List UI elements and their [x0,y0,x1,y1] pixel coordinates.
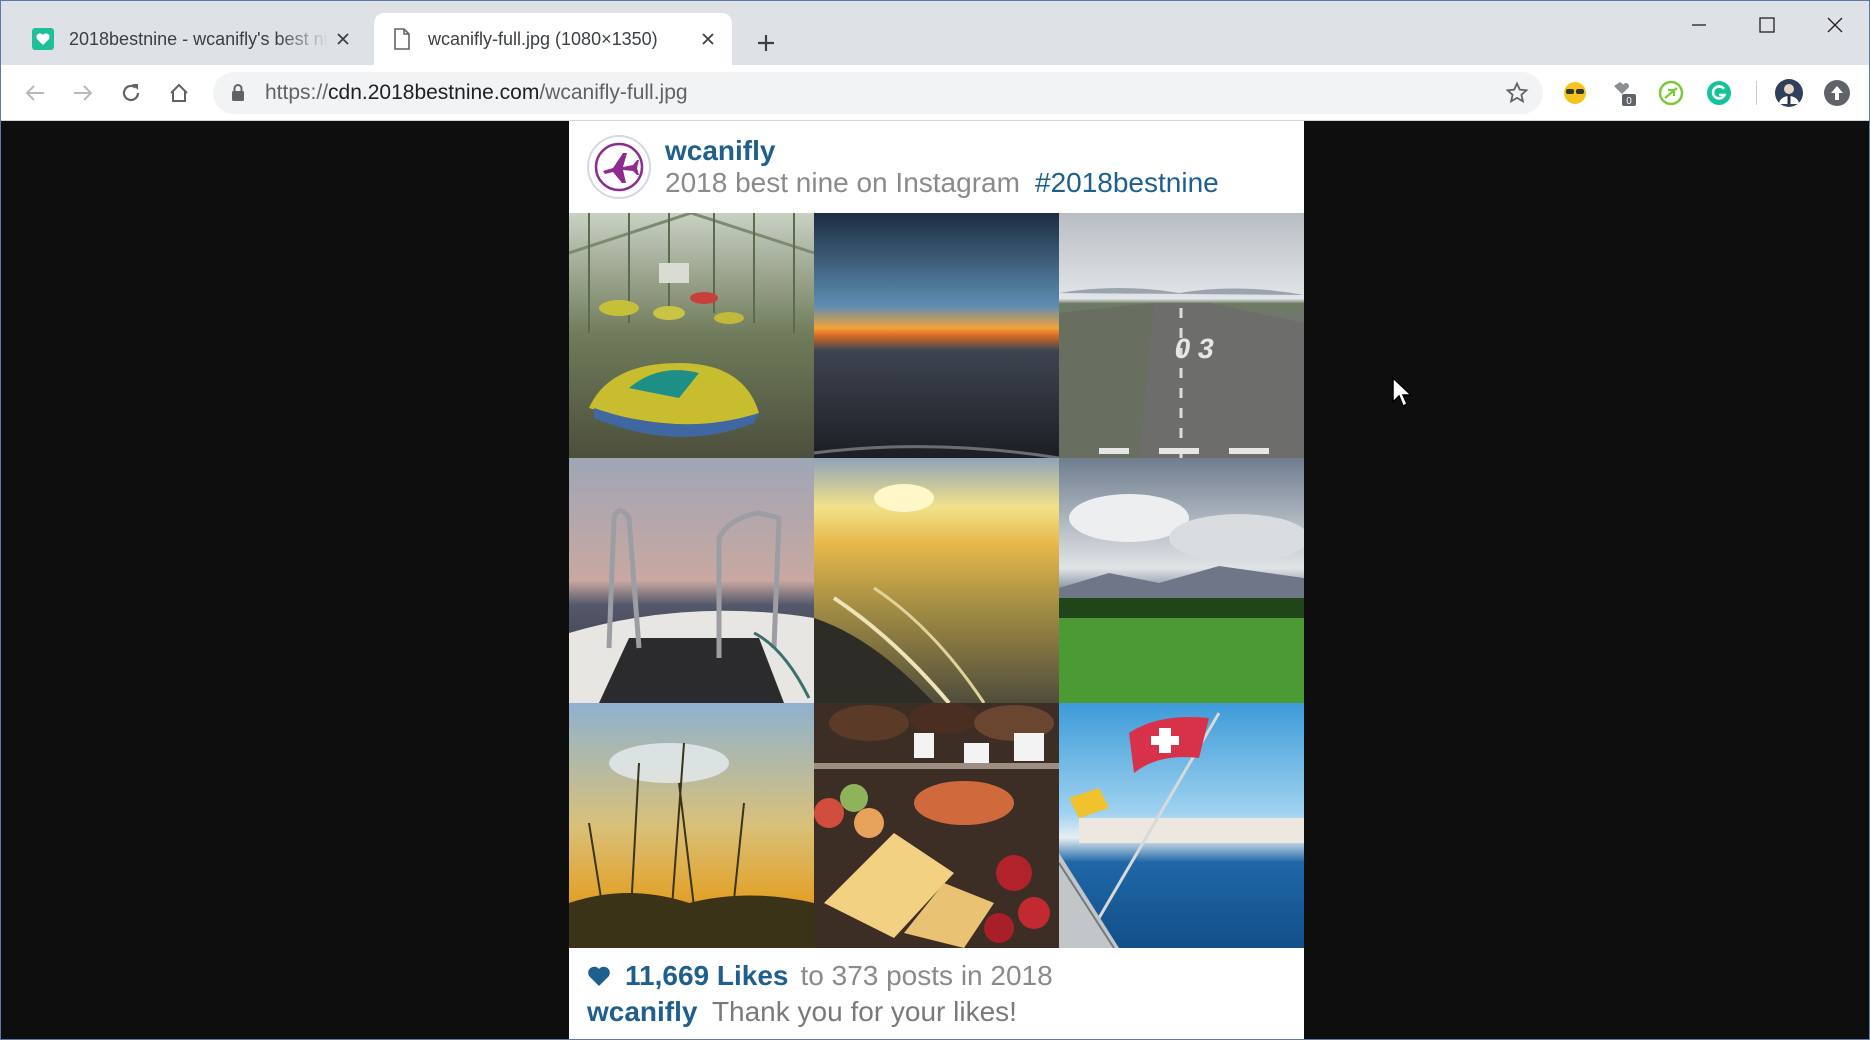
arrow-left-icon [25,85,44,101]
photo-grid: 0 3 [569,213,1304,948]
photo-bakery [814,703,1059,948]
sunglasses-extension-icon[interactable] [1559,77,1591,109]
photo-bumper-cars [569,213,814,458]
document-icon [390,27,414,51]
tab-wcanifly-full[interactable]: wcanifly-full.jpg (1080×1350) [374,13,732,65]
photo-sunset-clouds [814,213,1059,458]
lock-icon[interactable] [231,84,249,102]
plus-icon [758,35,774,51]
puzzle-extension-icon[interactable]: 0 [1607,77,1639,109]
leaf-extension-icon[interactable] [1655,77,1687,109]
new-tab-button[interactable] [746,23,786,63]
profile-avatar[interactable] [1773,77,1805,109]
tab-strip: 2018bestnine - wcanifly's best nine wcan… [1,1,1869,65]
photo-runway: 0 3 [1059,213,1304,458]
photo-grass-sunset [569,703,814,948]
page-viewport: wcanifly 2018 best nine on Instagram #20… [1,121,1869,1039]
close-tab-icon[interactable] [329,25,357,53]
browser-toolbar: https://cdn.2018bestnine.com/wcanifly-fu… [1,65,1869,121]
card-footer: 11,669 Likes to 373 posts in 2018 wcanif… [569,948,1304,1039]
url-text: https://cdn.2018bestnine.com/wcanifly-fu… [265,81,688,104]
hashtag: #2018bestnine [1035,167,1219,198]
thanks-line: wcanifly Thank you for your likes! [587,996,1017,1028]
minimize-button[interactable] [1665,1,1733,49]
close-window-button[interactable] [1801,1,1869,49]
address-bar[interactable]: https://cdn.2018bestnine.com/wcanifly-fu… [213,72,1543,114]
heart-icon [587,963,613,989]
forward-button[interactable] [63,73,103,113]
browser-window: 2018bestnine - wcanifly's best nine wcan… [0,0,1870,1040]
minimize-icon [1692,24,1706,26]
tab-title: wcanifly-full.jpg (1080×1350) [428,28,658,49]
subtitle: 2018 best nine on Instagram [665,167,1020,198]
photo-green-field [1059,458,1304,703]
likes-count: 11,669 Likes [625,960,789,991]
home-icon [170,83,188,102]
footer-username: wcanifly [587,996,698,1027]
tab-title: 2018bestnine - wcanifly's best nine [69,28,329,49]
maximize-icon [1759,17,1775,33]
thanks-text: Thank you for your likes! [711,996,1017,1027]
arrow-right-icon [74,85,93,101]
tab-2018bestnine[interactable]: 2018bestnine - wcanifly's best nine [15,13,367,65]
bestnine-image: wcanifly 2018 best nine on Instagram #20… [569,121,1304,1039]
home-button[interactable] [159,73,199,113]
update-menu-icon[interactable] [1821,77,1853,109]
bookmark-star-icon[interactable] [1505,81,1529,105]
close-tab-icon[interactable] [694,25,722,53]
likes-rest: to 373 posts in 2018 [800,960,1053,991]
photo-boat-deck [569,458,814,703]
reload-icon [122,84,140,102]
likes-summary: 11,669 Likes to 373 posts in 2018 [587,960,1053,992]
card-header: wcanifly 2018 best nine on Instagram #20… [569,121,1304,213]
airplane-logo-icon [587,135,651,199]
maximize-button[interactable] [1733,1,1801,49]
mouse-cursor-icon [1392,376,1413,408]
photo-golden-coast [814,458,1059,703]
back-button[interactable] [15,73,55,113]
username: wcanifly [665,135,776,166]
photo-swiss-flag [1059,703,1304,948]
reload-button[interactable] [111,73,151,113]
heart-favicon-icon [31,27,55,51]
close-icon [1827,17,1843,33]
svg-text:0 3: 0 3 [1172,332,1217,364]
toolbar-separator [1756,81,1757,105]
grammarly-extension-icon[interactable] [1703,77,1735,109]
svg-text:0: 0 [1626,96,1632,107]
